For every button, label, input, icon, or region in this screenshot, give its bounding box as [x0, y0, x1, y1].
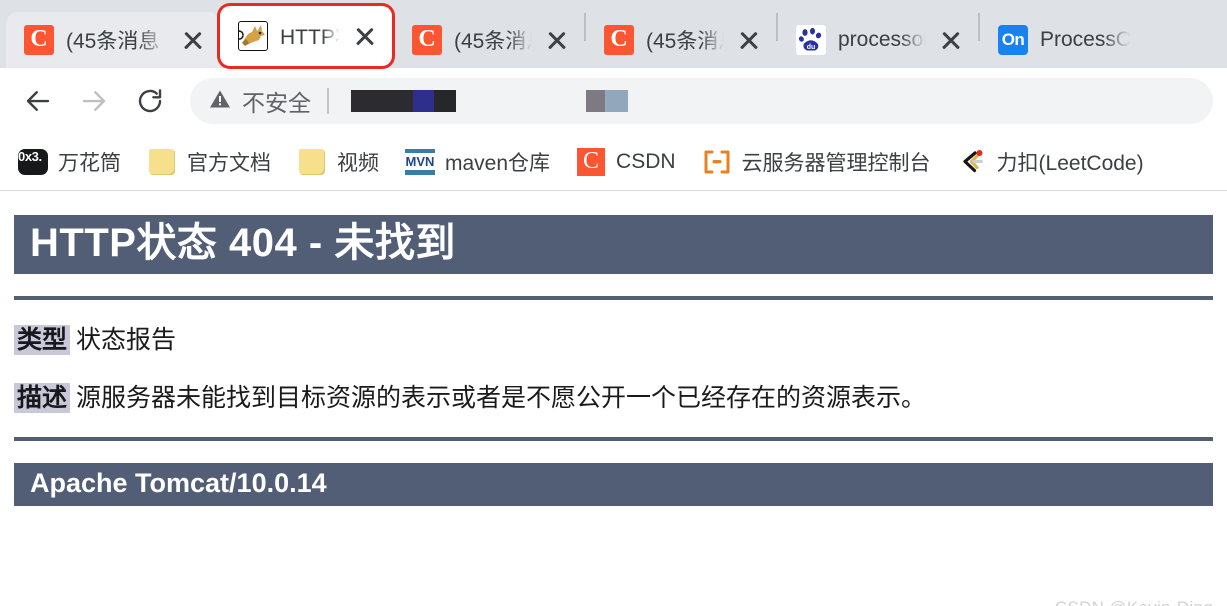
folder-icon: [297, 147, 327, 177]
close-icon[interactable]: [544, 27, 570, 53]
security-status-label: 不安全: [242, 90, 311, 116]
cloud-console-icon: [702, 147, 732, 177]
back-button[interactable]: [14, 77, 62, 125]
status-description-row: 描述 源服务器未能找到目标资源的表示或者是不愿公开一个已经存在的资源表示。: [14, 382, 1213, 416]
bookmark-csdn[interactable]: C CSDN: [574, 147, 690, 177]
address-bar[interactable]: 不安全: [190, 78, 1213, 124]
url-redaction-right: [586, 90, 628, 112]
description-label: 描述: [14, 382, 71, 413]
omnibox-divider: [327, 88, 329, 114]
close-icon[interactable]: [736, 27, 762, 53]
csdn-icon: C: [24, 25, 54, 55]
forward-button[interactable]: [70, 77, 118, 125]
browser-window: C (45条消息 HTTP状态 C (45条消息: [0, 0, 1227, 606]
divider-top: [14, 295, 1213, 300]
on-icon: On: [998, 25, 1028, 55]
tab-title: (45条消息: [66, 30, 160, 53]
bookmarks-bar: 0x3. 万花筒 官方文档 视频 MVN maven仓库 C CSDN 云服务器…: [0, 134, 1227, 190]
bookmark-maven-repo[interactable]: MVN maven仓库: [403, 147, 564, 177]
baidu-icon: du: [796, 25, 826, 55]
close-icon[interactable]: [180, 27, 206, 53]
bookmark-label: CSDN: [616, 150, 676, 173]
tab-csdn-3[interactable]: C (45条消息: [586, 12, 776, 68]
bookmark-label: maven仓库: [445, 152, 551, 175]
csdn-icon: C: [576, 147, 606, 177]
reload-button[interactable]: [126, 77, 174, 125]
url-redaction-left: [351, 90, 456, 112]
tab-processon[interactable]: On ProcessO: [980, 12, 1130, 68]
tab-csdn-1[interactable]: C (45条消息: [6, 12, 220, 68]
tab-title: processor: [838, 28, 926, 51]
mvn-icon: MVN: [405, 147, 435, 177]
bookmark-wanhuatong[interactable]: 0x3. 万花筒: [16, 147, 135, 177]
server-footer: Apache Tomcat/10.0.14: [14, 463, 1213, 507]
csdn-icon: C: [412, 25, 442, 55]
page-content: HTTP状态 404 - 未找到 类型 状态报告 描述 源服务器未能找到目标资源的表…: [0, 215, 1227, 606]
csdn-icon-text: C: [577, 148, 606, 176]
browser-toolbar: 不安全: [0, 68, 1227, 134]
bookmark-label: 云服务器管理控制台: [741, 152, 931, 175]
watermark: CSDN @Kevin-Ding: [1055, 598, 1213, 606]
tab-strip: C (45条消息 HTTP状态 C (45条消息: [0, 0, 1227, 68]
0x3-icon: 0x3.: [18, 147, 48, 177]
bookmark-official-docs[interactable]: 官方文档: [145, 147, 285, 177]
status-type-row: 类型 状态报告: [14, 324, 1213, 358]
bookmark-label: 视频: [337, 152, 379, 175]
svg-text:du: du: [807, 44, 816, 51]
bookmark-cloud-console[interactable]: 云服务器管理控制台: [700, 147, 945, 177]
leetcode-icon: [957, 147, 987, 177]
chrome-bottom-divider: [0, 190, 1227, 191]
folder-icon: [147, 147, 177, 177]
tab-title: (45条消息: [646, 30, 724, 53]
page-title: HTTP状态 404 - 未找到: [14, 215, 1213, 274]
divider-bottom: [14, 437, 1213, 442]
tab-processor[interactable]: du processor: [778, 12, 978, 68]
csdn-icon: C: [604, 25, 634, 55]
bookmark-label: 官方文档: [187, 152, 271, 175]
tab-csdn-2[interactable]: C (45条消息: [394, 12, 584, 68]
tab-http-status[interactable]: HTTP状态: [220, 6, 392, 66]
tab-title: ProcessO: [1040, 28, 1130, 51]
0x3-icon-text: 0x3.: [18, 149, 48, 175]
type-value: 状态报告: [76, 325, 177, 354]
close-icon[interactable]: [938, 27, 964, 53]
close-icon[interactable]: [352, 23, 378, 49]
mvn-icon-text: MVN: [405, 149, 435, 175]
not-secure-warning-icon[interactable]: [208, 87, 232, 116]
tab-title: HTTP状态: [280, 26, 340, 49]
bookmark-video[interactable]: 视频: [295, 147, 393, 177]
bookmark-leetcode[interactable]: 力扣(LeetCode): [955, 147, 1158, 177]
bookmark-label: 万花筒: [58, 152, 121, 175]
tab-title: (45条消息: [454, 30, 532, 53]
bookmark-label: 力扣(LeetCode): [996, 152, 1144, 175]
description-value: 源服务器未能找到目标资源的表示或者是不愿公开一个已经存在的资源表示。: [76, 383, 927, 412]
tomcat-icon: [238, 21, 268, 51]
type-label: 类型: [14, 324, 71, 355]
